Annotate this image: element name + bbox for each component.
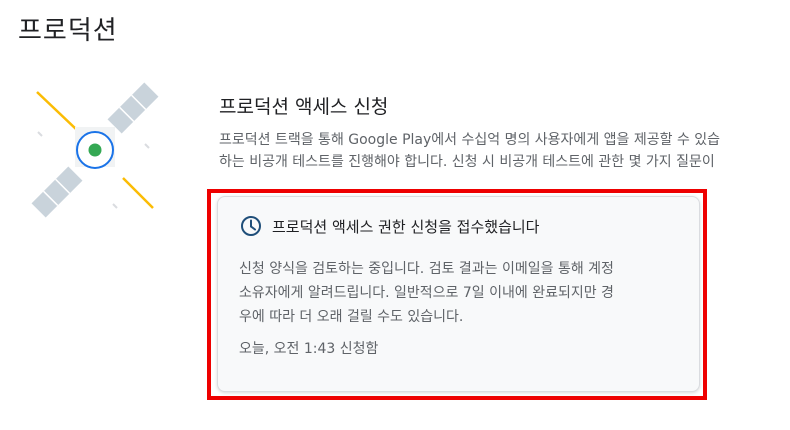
satellite-core-dot [88, 143, 102, 157]
satellite-illustration [25, 80, 165, 220]
section-title: 프로덕션 액세스 신청 [219, 96, 389, 118]
dash-mark [112, 203, 118, 209]
dash-mark [144, 143, 150, 149]
page-title: 프로덕션 [18, 16, 118, 46]
solar-panel-bottom [31, 166, 83, 218]
description-line: 프로덕션 트랙을 통해 Google Play에서 수십억 명의 사용자에게 앱… [219, 132, 721, 148]
section-description: 프로덕션 트랙을 통해 Google Play에서 수십억 명의 사용자에게 앱… [219, 129, 790, 173]
beam-line-top [36, 91, 78, 131]
solar-panel-top [107, 82, 159, 134]
satellite-icon [31, 82, 159, 218]
dash-mark [37, 131, 43, 137]
highlight-frame [207, 189, 707, 400]
beam-line-bottom [122, 177, 154, 209]
description-line: 하는 비공개 테스트를 진행해야 합니다. 신청 시 비공개 테스트에 관한 몇… [219, 154, 715, 170]
